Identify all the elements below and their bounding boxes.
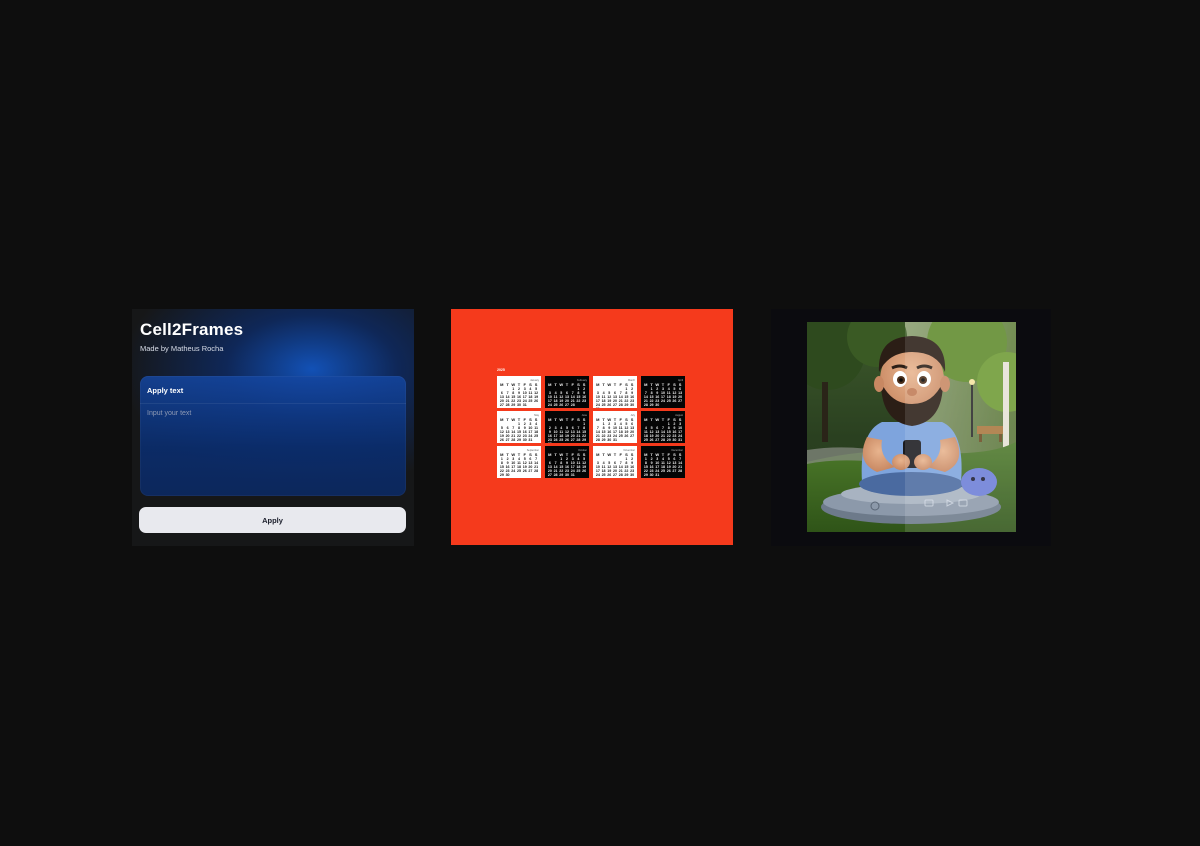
calendar-day: 27 (678, 399, 683, 403)
plugin-subtitle: Made by Matheus Rocha (140, 344, 224, 353)
calendar-month-july: July M T W T F S S 1 2 3 4 5 6 7 8 9 10 11 12 13 14 15 16 17 18 19… (593, 411, 637, 443)
apply-text-card: Apply text (140, 376, 406, 496)
calendar-day: 23 (582, 399, 587, 403)
calendar-month-september: September M T W T F S S 1 2 3 4 5 6 7 8 9 10 11 12 13 14 15 16 1… (497, 446, 541, 478)
apply-text-label: Apply text (147, 386, 184, 395)
calendar-month-june: June M T W T F S S 1 2 3 4 5 6 7 8 9 10 11 12 13 14 15 16 17 18 19… (545, 411, 589, 443)
cell2frames-plugin-panel: Cell2Frames Made by Matheus Rocha Apply … (132, 309, 414, 546)
calendar-day-grid: M T W T F S S 1 2 3 4 5 6 7 8 9 10 11 12 13 14 15 16 17 18 19 20 21… (643, 383, 683, 408)
calendar-day: 31 (678, 438, 683, 442)
calendar-day: 31 (528, 438, 533, 442)
calendar-day-grid: M T W T F S S 1 2 3 4 5 6 7 8 9 10 11 12 13 14 15 16 17 18 19 20 21… (547, 383, 587, 408)
avatar-image-panel (771, 309, 1051, 546)
calendar-day: 31 (655, 473, 660, 477)
calendar-month-august: August M T W T F S S 1 2 3 4 5 6 7 8 9 10 11 12 13 14 15 16 17 18… (641, 411, 685, 443)
calendar-poster: 2025 January M T W T F S S 1 2 3 4 5 6 7 8 9 10 11 12 13 14 15… (451, 309, 733, 545)
calendar-month-name: April (677, 379, 683, 382)
calendar-month-december: December M T W T F S S 1 2 3 4 5 6 7 8 9 10 11 12 13 14 15 16 17… (641, 446, 685, 478)
calendar-month-name: December (671, 449, 683, 452)
calendar-month-may: May M T W T F S S 1 2 3 4 5 6 7 8 9 10 11 12 13 14 15 16 17 18 19 2… (497, 411, 541, 443)
calendar-day-grid: M T W T F S S 1 2 3 4 5 6 7 8 9 10 11 12 13 14 15 16 17 18 19 20 21… (595, 453, 635, 478)
calendar-month-name: October (578, 449, 587, 452)
calendar-day-grid: M T W T F S S 1 2 3 4 5 6 7 8 9 10 11 12 13 14 15 16 17 18 19 20 21… (547, 418, 587, 444)
calendar-month-february: February M T W T F S S 1 2 3 4 5 6 7 8 9 10 11 12 13 14 15 16 17… (545, 376, 589, 408)
calendar-day: 31 (570, 473, 575, 477)
calendar-month-november: November M T W T F S S 1 2 3 4 5 6 7 8 9 10 11 12 13 14 15 16 17… (593, 446, 637, 478)
calendar-day: 28 (534, 469, 539, 473)
calendar-month-name: May (534, 414, 539, 417)
avatar-illustration-icon (807, 322, 1016, 532)
calendar-day: 28 (678, 469, 683, 473)
calendar-month-name: March (628, 379, 635, 382)
calendar-month-name: August (675, 414, 683, 417)
calendar-month-name: September (526, 449, 539, 452)
calendar-day-grid: M T W T F S S 1 2 3 4 5 6 7 8 9 10 11 12 13 14 15 16 17 18 19 20 21… (643, 418, 683, 443)
calendar-day: 29 (582, 438, 587, 442)
calendar-day-grid: M T W T F S S 1 2 3 4 5 6 7 8 9 10 11 12 13 14 15 16 17 18 19 20 21… (595, 383, 635, 409)
calendar-month-march: March M T W T F S S 1 2 3 4 5 6 7 8 9 10 11 12 13 14 15 16 17 18 1… (593, 376, 637, 408)
calendar-day: 30 (547, 442, 553, 443)
calendar-day-grid: M T W T F S S 1 2 3 4 5 6 7 8 9 10 11 12 13 14 15 16 17 18 19 20 21… (499, 418, 539, 443)
calendar-month-name: November (623, 449, 635, 452)
calendar-day: 31 (612, 438, 617, 442)
calendar-day: 31 (522, 403, 527, 407)
calendar-day-grid: M T W T F S S 1 2 3 4 5 6 7 8 9 10 11 12 13 14 15 16 17 18 19 20 21… (499, 453, 539, 478)
card-divider (140, 403, 406, 404)
calendar-year-label: 2025 (497, 368, 505, 372)
calendar-month-name: July (630, 414, 635, 417)
calendar-day: 25 (534, 434, 539, 438)
calendar-month-name: June (581, 414, 587, 417)
apply-button[interactable]: Apply (139, 507, 406, 533)
calendar-month-name: February (576, 379, 587, 382)
calendar-day: 28 (570, 403, 575, 407)
calendar-day-grid: M T W T F S S 1 2 3 4 5 6 7 8 9 10 11 12 13 14 15 16 17 18 19 20 21… (547, 453, 587, 478)
calendar-day: 26 (534, 399, 539, 403)
calendar-day: 30 (655, 403, 660, 407)
calendar-day: 27 (630, 434, 635, 438)
calendar-day: 30 (630, 473, 635, 477)
text-input[interactable] (144, 407, 406, 493)
calendar-day-grid: M T W T F S S 1 2 3 4 5 6 7 8 9 10 11 12 13 14 15 16 17 18 19 20 21… (595, 418, 635, 443)
calendar-month-name: January (530, 379, 539, 382)
calendar-month-october: October M T W T F S S 1 2 3 4 5 6 7 8 9 10 11 12 13 14 15 16 17 1… (545, 446, 589, 478)
plugin-title: Cell2Frames (140, 320, 244, 339)
calendar-day: 31 (595, 407, 601, 408)
calendar-day: 30 (505, 473, 510, 477)
calendar-month-january: January M T W T F S S 1 2 3 4 5 6 7 8 9 10 11 12 13 14 15 16 17 1… (497, 376, 541, 408)
calendar-day-grid: M T W T F S S 1 2 3 4 5 6 7 8 9 10 11 12 13 14 15 16 17 18 19 20 21… (499, 383, 539, 408)
calendar-day-grid: M T W T F S S 1 2 3 4 5 6 7 8 9 10 11 12 13 14 15 16 17 18 19 20 21… (643, 453, 683, 478)
calendar-day: 26 (582, 469, 587, 473)
calendar-day: 30 (630, 403, 635, 407)
calendar-month-april: April M T W T F S S 1 2 3 4 5 6 7 8 9 10 11 12 13 14 15 16 17 18 1… (641, 376, 685, 408)
